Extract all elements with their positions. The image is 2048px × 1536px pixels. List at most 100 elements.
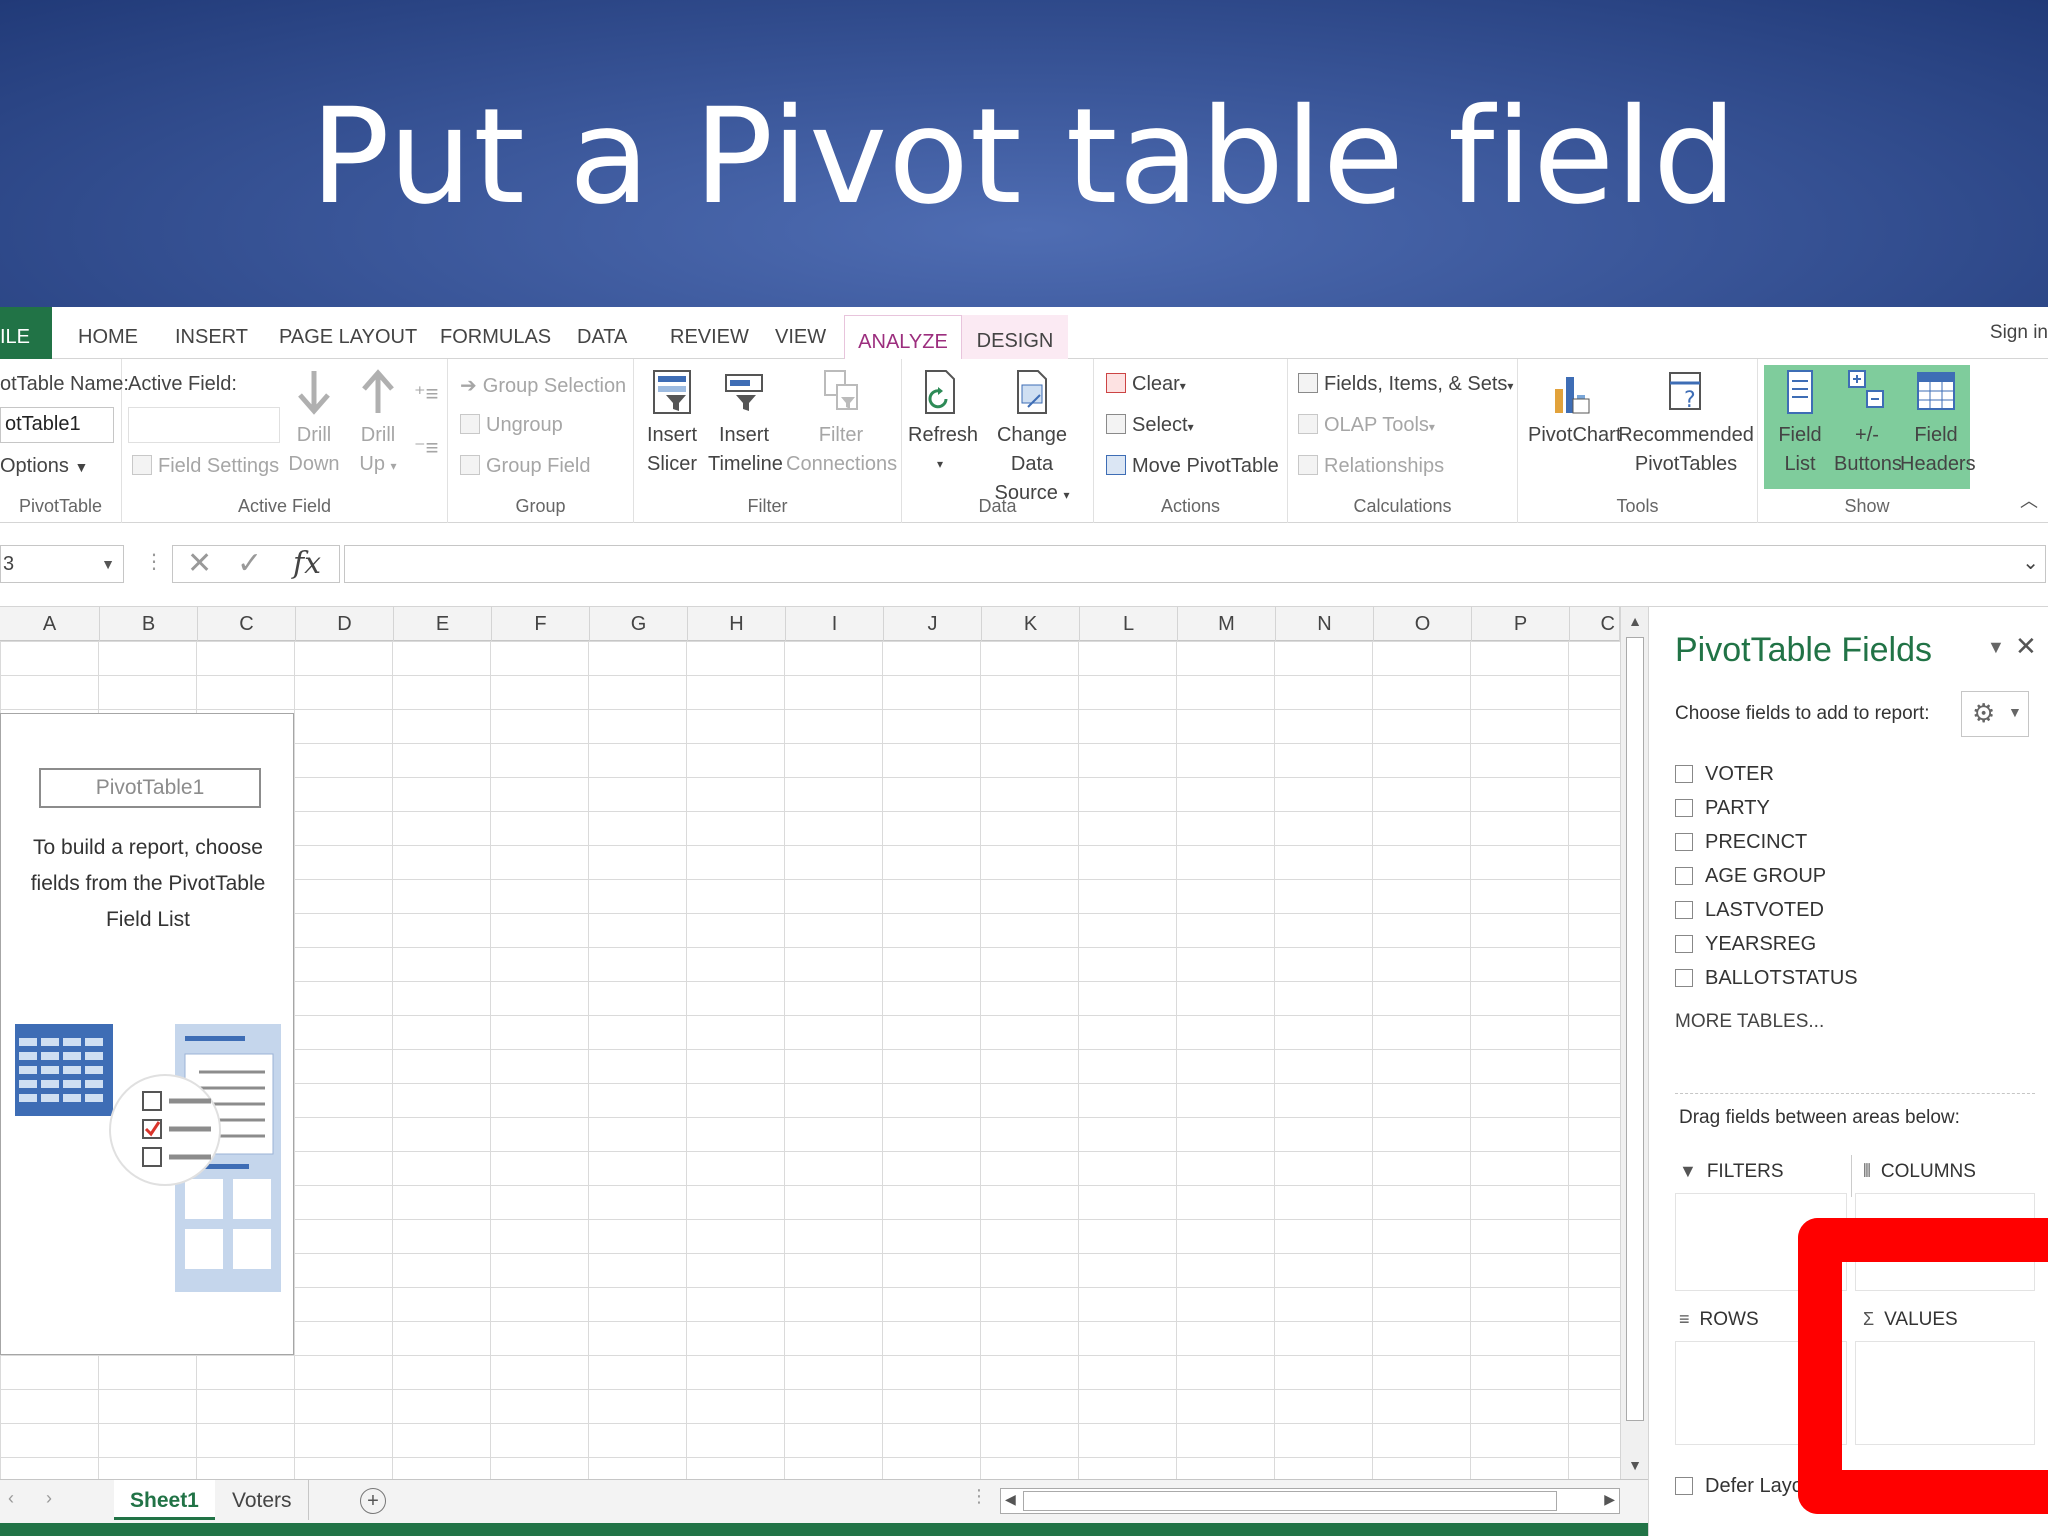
- move-pivottable-button[interactable]: Move PivotTable: [1106, 455, 1279, 478]
- column-header[interactable]: H: [688, 607, 786, 641]
- tab-review[interactable]: REVIEW: [670, 307, 749, 359]
- column-header[interactable]: A: [0, 607, 100, 641]
- collapse-ribbon-icon[interactable]: ︿: [2020, 487, 2038, 513]
- sheet-tab-voters[interactable]: Voters: [216, 1480, 309, 1520]
- filter-connections-button[interactable]: Filter Connections: [786, 369, 897, 479]
- column-header[interactable]: C: [198, 607, 296, 641]
- vertical-scrollbar[interactable]: ▲ ▼: [1620, 607, 1648, 1479]
- tab-page-layout[interactable]: PAGE LAYOUT: [279, 307, 417, 359]
- column-header[interactable]: B: [100, 607, 198, 641]
- column-header[interactable]: E: [394, 607, 492, 641]
- field-checkbox[interactable]: [1675, 867, 1693, 885]
- column-header[interactable]: O: [1374, 607, 1472, 641]
- field-item-yearsreg[interactable]: YEARSREG: [1675, 933, 1816, 956]
- tab-analyze[interactable]: ANALYZE: [844, 315, 962, 361]
- field-item-precinct[interactable]: PRECINCT: [1675, 831, 1807, 854]
- data-source-icon: [1017, 370, 1047, 414]
- buttons-toggle[interactable]: +/- Buttons: [1834, 369, 1902, 479]
- column-header[interactable]: P: [1472, 607, 1570, 641]
- field-item-ballotstatus[interactable]: BALLOTSTATUS: [1675, 967, 1858, 990]
- insert-slicer-button[interactable]: Insert Slicer: [644, 369, 700, 479]
- enter-icon[interactable]: ✓: [237, 546, 262, 582]
- field-checkbox[interactable]: [1675, 901, 1693, 919]
- olap-tools-button[interactable]: OLAP Tools▾: [1298, 414, 1435, 437]
- vertical-scroll-thumb[interactable]: [1626, 637, 1644, 1421]
- formula-input[interactable]: ⌄: [344, 545, 2046, 583]
- tab-split-handle-icon[interactable]: ⋮: [970, 1486, 988, 1507]
- scroll-up-icon[interactable]: ▲: [1621, 613, 1649, 629]
- tab-file[interactable]: ILE: [0, 307, 52, 359]
- ungroup-button[interactable]: Ungroup: [460, 414, 563, 437]
- fx-icon[interactable]: fx: [293, 546, 321, 582]
- prev-sheet-icon[interactable]: ‹: [8, 1488, 14, 1509]
- horizontal-scrollbar[interactable]: ◀ ▶: [1000, 1488, 1620, 1514]
- recommended-pivottables-button[interactable]: ? Recommended PivotTables: [1618, 369, 1754, 479]
- column-header[interactable]: C: [1570, 607, 1620, 641]
- horizontal-scroll-thumb[interactable]: [1023, 1491, 1557, 1511]
- field-headers-button[interactable]: Field Headers: [1900, 369, 1976, 479]
- change-data-source-button[interactable]: Change Data Source ▾: [974, 369, 1090, 510]
- tab-insert[interactable]: INSERT: [175, 307, 248, 359]
- insert-timeline-button[interactable]: Insert Timeline: [708, 369, 783, 479]
- cancel-icon[interactable]: ✕: [187, 546, 212, 582]
- column-header[interactable]: N: [1276, 607, 1374, 641]
- field-item-party[interactable]: PARTY: [1675, 797, 1770, 820]
- column-header[interactable]: K: [982, 607, 1080, 641]
- column-header[interactable]: J: [884, 607, 982, 641]
- field-checkbox[interactable]: [1675, 833, 1693, 851]
- field-item-lastvoted[interactable]: LASTVOTED: [1675, 899, 1824, 922]
- tab-home[interactable]: HOME: [78, 307, 138, 359]
- pivottable-name-input[interactable]: otTable1: [0, 407, 114, 443]
- expand-formula-icon[interactable]: ⌄: [2022, 550, 2039, 575]
- field-checkbox[interactable]: [1675, 969, 1693, 987]
- defer-checkbox[interactable]: [1675, 1477, 1693, 1495]
- column-header[interactable]: L: [1080, 607, 1178, 641]
- column-header[interactable]: M: [1178, 607, 1276, 641]
- scroll-left-icon[interactable]: ◀: [1005, 1491, 1016, 1508]
- group-tools: PivotChart ? Recommended PivotTables Tool…: [1518, 359, 1758, 523]
- field-checkbox[interactable]: [1675, 765, 1693, 783]
- next-sheet-icon[interactable]: ›: [46, 1488, 52, 1509]
- more-tables-link[interactable]: MORE TABLES...: [1675, 1011, 1824, 1033]
- field-item-voter[interactable]: VOTER: [1675, 763, 1774, 786]
- column-header[interactable]: G: [590, 607, 688, 641]
- fields-items-sets-button[interactable]: Fields, Items, & Sets▾: [1298, 373, 1513, 396]
- drill-down-button[interactable]: Drill Down: [284, 369, 344, 479]
- group-show: Field List +/- Buttons Field Headers Show ︿: [1758, 359, 2048, 523]
- sign-in-link[interactable]: Sign in: [1990, 307, 2048, 359]
- group-field-button[interactable]: Group Field: [460, 455, 591, 478]
- tab-formulas[interactable]: FORMULAS: [440, 307, 551, 359]
- tab-design[interactable]: DESIGN: [962, 315, 1068, 361]
- close-icon[interactable]: ✕: [2015, 631, 2037, 662]
- field-checkbox[interactable]: [1675, 935, 1693, 953]
- active-field-input[interactable]: [128, 407, 280, 443]
- drill-up-button[interactable]: Drill Up ▾: [348, 369, 408, 481]
- scroll-right-icon[interactable]: ▶: [1604, 1491, 1615, 1508]
- pane-options-dropdown-icon[interactable]: ▼: [1987, 637, 2005, 658]
- sheet-tab-sheet1[interactable]: Sheet1: [114, 1480, 215, 1520]
- name-box[interactable]: 3 ▼: [0, 545, 124, 583]
- field-list-button[interactable]: Field List: [1768, 369, 1832, 479]
- clear-button[interactable]: Clear▾: [1106, 373, 1186, 396]
- field-checkbox[interactable]: [1675, 799, 1693, 817]
- options-button[interactable]: Options ▼: [0, 455, 88, 478]
- column-header[interactable]: D: [296, 607, 394, 641]
- collapse-field-icon[interactable]: ⁻≡: [414, 435, 438, 461]
- column-header[interactable]: F: [492, 607, 590, 641]
- expand-field-icon[interactable]: ⁺≡: [414, 381, 438, 407]
- refresh-button[interactable]: Refresh ▾: [908, 369, 978, 479]
- pane-settings-button[interactable]: ⚙ ▼: [1961, 691, 2029, 737]
- scroll-down-icon[interactable]: ▼: [1621, 1457, 1649, 1473]
- defer-layout-update[interactable]: Defer Layou: [1675, 1475, 1814, 1498]
- field-settings-button[interactable]: Field Settings: [132, 455, 279, 478]
- relationships-button[interactable]: Relationships: [1298, 455, 1444, 478]
- column-header[interactable]: I: [786, 607, 884, 641]
- add-sheet-icon[interactable]: +: [360, 1488, 386, 1514]
- tab-view[interactable]: VIEW: [775, 307, 826, 359]
- group-selection-button[interactable]: ➔ Group Selection: [460, 373, 626, 398]
- tab-data[interactable]: DATA: [577, 307, 627, 359]
- pivotchart-button[interactable]: PivotChart: [1528, 369, 1621, 450]
- select-button[interactable]: Select▾: [1106, 414, 1194, 437]
- field-item-age-group[interactable]: AGE GROUP: [1675, 865, 1826, 888]
- pivottable-placeholder[interactable]: PivotTable1 To build a report, choose fi…: [0, 713, 294, 1355]
